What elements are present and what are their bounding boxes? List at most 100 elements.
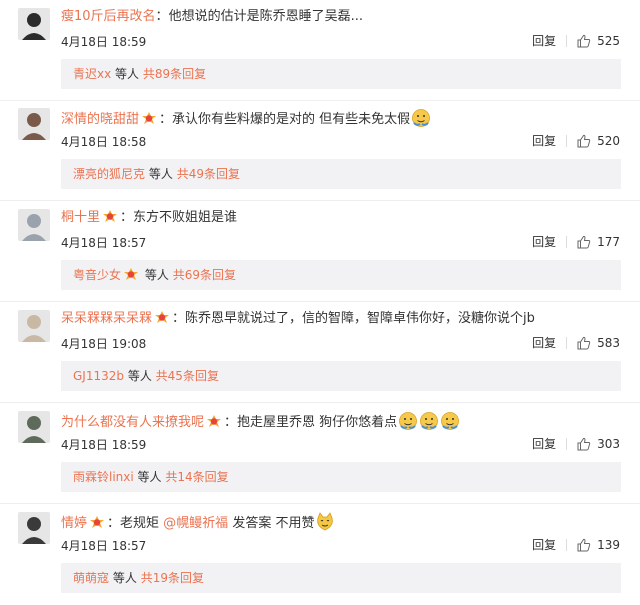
username-link[interactable]: 呆呆槑槑呆呆槑	[61, 311, 152, 326]
sub-reply-and-others: 等人	[148, 167, 173, 181]
colon-separator: ：	[107, 516, 121, 531]
sub-replies-box: GJ1132b 等人 共45条回复	[61, 361, 621, 391]
sub-replies-box: 青迟xx 等人 共89条回复	[61, 59, 621, 89]
comment-item: 情婷 ：老规矩 @幌鳗祈福 发答案 不用赞 4月18日 18:57 回复 139 萌萌寇 …	[0, 504, 640, 605]
view-all-replies-link[interactable]: 共49条回复	[177, 167, 240, 181]
action-separator	[566, 336, 568, 349]
thumbs-up-icon	[577, 336, 591, 349]
username-link[interactable]: 瘦10斤后再改名	[61, 9, 156, 24]
avatar[interactable]	[18, 8, 50, 40]
comment-text: 陈乔恩早就说过了，信的智障，智障卓伟你好，没糖你说个jb	[185, 311, 535, 326]
colon-separator: ：	[159, 112, 173, 127]
smiley-emoji-icon	[399, 412, 418, 430]
action-separator	[566, 34, 568, 47]
sub-reply-username[interactable]: 雨霖铃linxi	[73, 470, 134, 484]
avatar[interactable]	[18, 108, 50, 140]
sub-reply-and-others: 等人	[115, 67, 140, 81]
colon-separator: ：	[120, 210, 134, 225]
sub-replies-box: 粤音少女 等人 共69条回复	[61, 260, 621, 290]
avatar[interactable]	[18, 411, 50, 443]
like-button[interactable]: 520	[577, 134, 620, 148]
like-count: 520	[597, 133, 620, 148]
cat-emoji-icon	[317, 512, 334, 531]
sub-reply-username[interactable]: 漂亮的狐尼克	[73, 167, 145, 181]
timestamp: 4月18日 18:59	[61, 438, 147, 452]
username-link[interactable]: 情婷	[61, 516, 87, 531]
colon-separator: ：	[155, 9, 169, 24]
view-all-replies-link[interactable]: 共45条回复	[156, 369, 219, 383]
view-all-replies-link[interactable]: 共89条回复	[143, 67, 206, 81]
comment-actions: 回复 583	[532, 334, 620, 351]
thumbs-up-icon	[577, 538, 591, 551]
thumbs-up-icon	[577, 235, 591, 248]
like-button[interactable]: 525	[577, 34, 620, 48]
smiley-emoji-icon	[420, 412, 439, 430]
sub-reply-and-others: 等人	[127, 369, 152, 383]
colon-separator: ：	[172, 311, 186, 326]
comment-text: 他想说的估计是陈乔恩睡了吴磊...	[168, 9, 363, 24]
comment-actions: 回复 139	[532, 536, 620, 553]
avatar[interactable]	[18, 209, 50, 241]
reply-button[interactable]: 回复	[532, 435, 556, 452]
sub-reply-username[interactable]: 粤音少女	[73, 268, 121, 282]
colon-separator: ：	[224, 415, 238, 430]
thumbs-up-icon	[577, 34, 591, 47]
mention-link[interactable]: @幌鳗祈福	[163, 516, 228, 531]
thumbs-up-icon	[577, 437, 591, 450]
sub-reply-and-others: 等人	[112, 571, 137, 585]
view-all-replies-link[interactable]: 共69条回复	[173, 268, 236, 282]
timestamp: 4月18日 18:58	[61, 135, 147, 149]
thumbs-up-icon	[577, 134, 591, 147]
username-link[interactable]: 桐十里	[61, 210, 100, 225]
action-separator	[566, 235, 568, 248]
username-link[interactable]: 为什么都没有人来撩我呢	[61, 415, 204, 430]
comment-actions: 回复 520	[532, 132, 620, 149]
comment-item: 深情的晓甜甜 ：承认你有些料爆的是对的 但有些未免太假 4月18日 18:58 回复 5…	[0, 100, 640, 201]
like-button[interactable]: 177	[577, 235, 620, 249]
reply-button[interactable]: 回复	[532, 32, 556, 49]
reply-button[interactable]: 回复	[532, 132, 556, 149]
view-all-replies-link[interactable]: 共14条回复	[165, 470, 228, 484]
vip-badge-icon	[124, 268, 139, 280]
comment-item: 瘦10斤后再改名：他想说的估计是陈乔恩睡了吴磊... 4月18日 18:59 回复 5…	[0, 0, 640, 101]
comment-text-continued: 发答案 不用赞	[228, 516, 315, 531]
view-all-replies-link[interactable]: 共19条回复	[141, 571, 204, 585]
vip-badge-icon	[207, 415, 222, 427]
action-separator	[566, 437, 568, 450]
comment-text: 东方不败姐姐是谁	[133, 210, 238, 225]
like-count: 177	[597, 234, 620, 249]
vip-badge-icon	[103, 210, 118, 222]
sub-reply-username[interactable]: 萌萌寇	[73, 571, 109, 585]
like-count: 583	[597, 335, 620, 350]
like-button[interactable]: 303	[577, 437, 620, 451]
vip-badge-icon	[155, 311, 170, 323]
comment-text: 承认你有些料爆的是对的 但有些未免太假	[172, 112, 411, 127]
timestamp: 4月18日 19:08	[61, 337, 147, 351]
like-count: 525	[597, 33, 620, 48]
reply-button[interactable]: 回复	[532, 334, 556, 351]
username-link[interactable]: 深情的晓甜甜	[61, 112, 139, 127]
smiley-emoji-icon	[441, 412, 460, 430]
like-button[interactable]: 139	[577, 538, 620, 552]
comment-actions: 回复 303	[532, 435, 620, 452]
reply-button[interactable]: 回复	[532, 536, 556, 553]
avatar[interactable]	[18, 512, 50, 544]
sub-replies-box: 雨霖铃linxi 等人 共14条回复	[61, 462, 621, 492]
reply-button[interactable]: 回复	[532, 233, 556, 250]
sub-replies-box: 萌萌寇 等人 共19条回复	[61, 563, 621, 593]
sub-reply-username[interactable]: 青迟xx	[73, 67, 111, 81]
vip-badge-icon	[90, 516, 105, 528]
comment-item: 呆呆槑槑呆呆槑 ：陈乔恩早就说过了，信的智障，智障卓伟你好，没糖你说个jb 4月18…	[0, 302, 640, 403]
comment-item: 桐十里 ：东方不败姐姐是谁 4月18日 18:57 回复 177 粤音少女 等人 共69条…	[0, 201, 640, 302]
comment-text: 抱走屋里乔恩 狗仔你悠着点	[237, 415, 398, 430]
timestamp: 4月18日 18:59	[61, 35, 147, 49]
action-separator	[566, 134, 568, 147]
avatar[interactable]	[18, 310, 50, 342]
comment-actions: 回复 177	[532, 233, 620, 250]
sub-reply-and-others: 等人	[144, 268, 169, 282]
action-separator	[566, 538, 568, 551]
comment-actions: 回复 525	[532, 32, 620, 49]
like-button[interactable]: 583	[577, 336, 620, 350]
timestamp: 4月18日 18:57	[61, 236, 147, 250]
sub-reply-username[interactable]: GJ1132b	[73, 369, 124, 383]
